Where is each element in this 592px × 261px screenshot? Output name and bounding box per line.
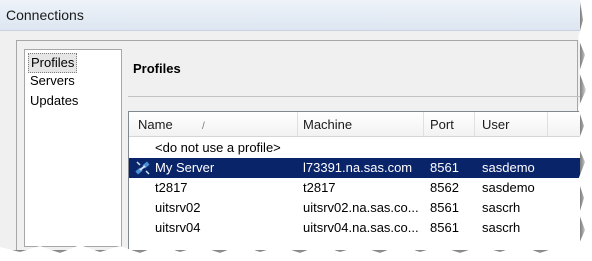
table-row[interactable]: uitsrv02 uitsrv02.na.sas.co... 8561 sasc…: [129, 198, 580, 218]
cell-name: uitsrv02: [155, 200, 201, 215]
column-divider[interactable]: [297, 112, 298, 136]
column-header-machine[interactable]: Machine: [303, 112, 352, 136]
connections-window: Connections Profiles Servers Updates Pro…: [0, 0, 580, 250]
cell-machine: uitsrv02.na.sas.co...: [303, 200, 419, 215]
column-header-name[interactable]: Name /: [138, 112, 205, 136]
cell-user: sasdemo: [482, 160, 535, 175]
server-connection-icon: [135, 161, 150, 175]
column-divider[interactable]: [474, 112, 475, 136]
cell-name: <do not use a profile>: [155, 140, 281, 155]
window-title: Connections: [6, 7, 84, 23]
list-header: Name / Machine Port User: [129, 112, 580, 137]
cell-port: 8562: [430, 180, 459, 195]
cell-name: My Server: [155, 160, 215, 175]
cell-machine: uitsrv04.na.sas.co...: [303, 220, 419, 235]
table-row[interactable]: <do not use a profile>: [129, 138, 580, 158]
cell-machine: t2817: [303, 180, 336, 195]
nav-list[interactable]: Profiles Servers Updates: [24, 49, 122, 247]
cell-machine: l73391.na.sas.com: [303, 160, 413, 175]
cell-name: t2817: [155, 180, 188, 195]
cell-user: sasdemo: [482, 180, 535, 195]
table-row-selected[interactable]: My Server l73391.na.sas.com 8561 sasdemo: [129, 158, 580, 178]
column-header-user[interactable]: User: [482, 112, 509, 136]
cell-port: 8561: [430, 200, 459, 215]
title-bar[interactable]: Connections: [0, 0, 580, 31]
table-row[interactable]: t2817 t2817 8562 sasdemo: [129, 178, 580, 198]
cell-user: sascrh: [482, 200, 521, 215]
sort-indicator-icon: /: [202, 121, 205, 132]
cell-port: 8561: [430, 220, 459, 235]
column-header-name-label: Name: [138, 117, 173, 132]
cell-port: 8561: [430, 160, 459, 175]
profiles-list[interactable]: Name / Machine Port User <do not use a p…: [128, 111, 580, 250]
column-divider[interactable]: [547, 112, 548, 136]
column-header-port[interactable]: Port: [430, 112, 454, 136]
cell-user: sascrh: [482, 220, 521, 235]
panel-title: Profiles: [133, 61, 181, 76]
nav-item-updates[interactable]: Updates: [28, 92, 80, 110]
divider: [128, 96, 580, 97]
table-row[interactable]: uitsrv04 uitsrv04.na.sas.co... 8561 sasc…: [129, 218, 580, 238]
column-divider[interactable]: [423, 112, 424, 136]
cell-name: uitsrv04: [155, 220, 201, 235]
nav-item-servers[interactable]: Servers: [28, 72, 77, 90]
nav-item-profiles[interactable]: Profiles: [28, 53, 78, 73]
